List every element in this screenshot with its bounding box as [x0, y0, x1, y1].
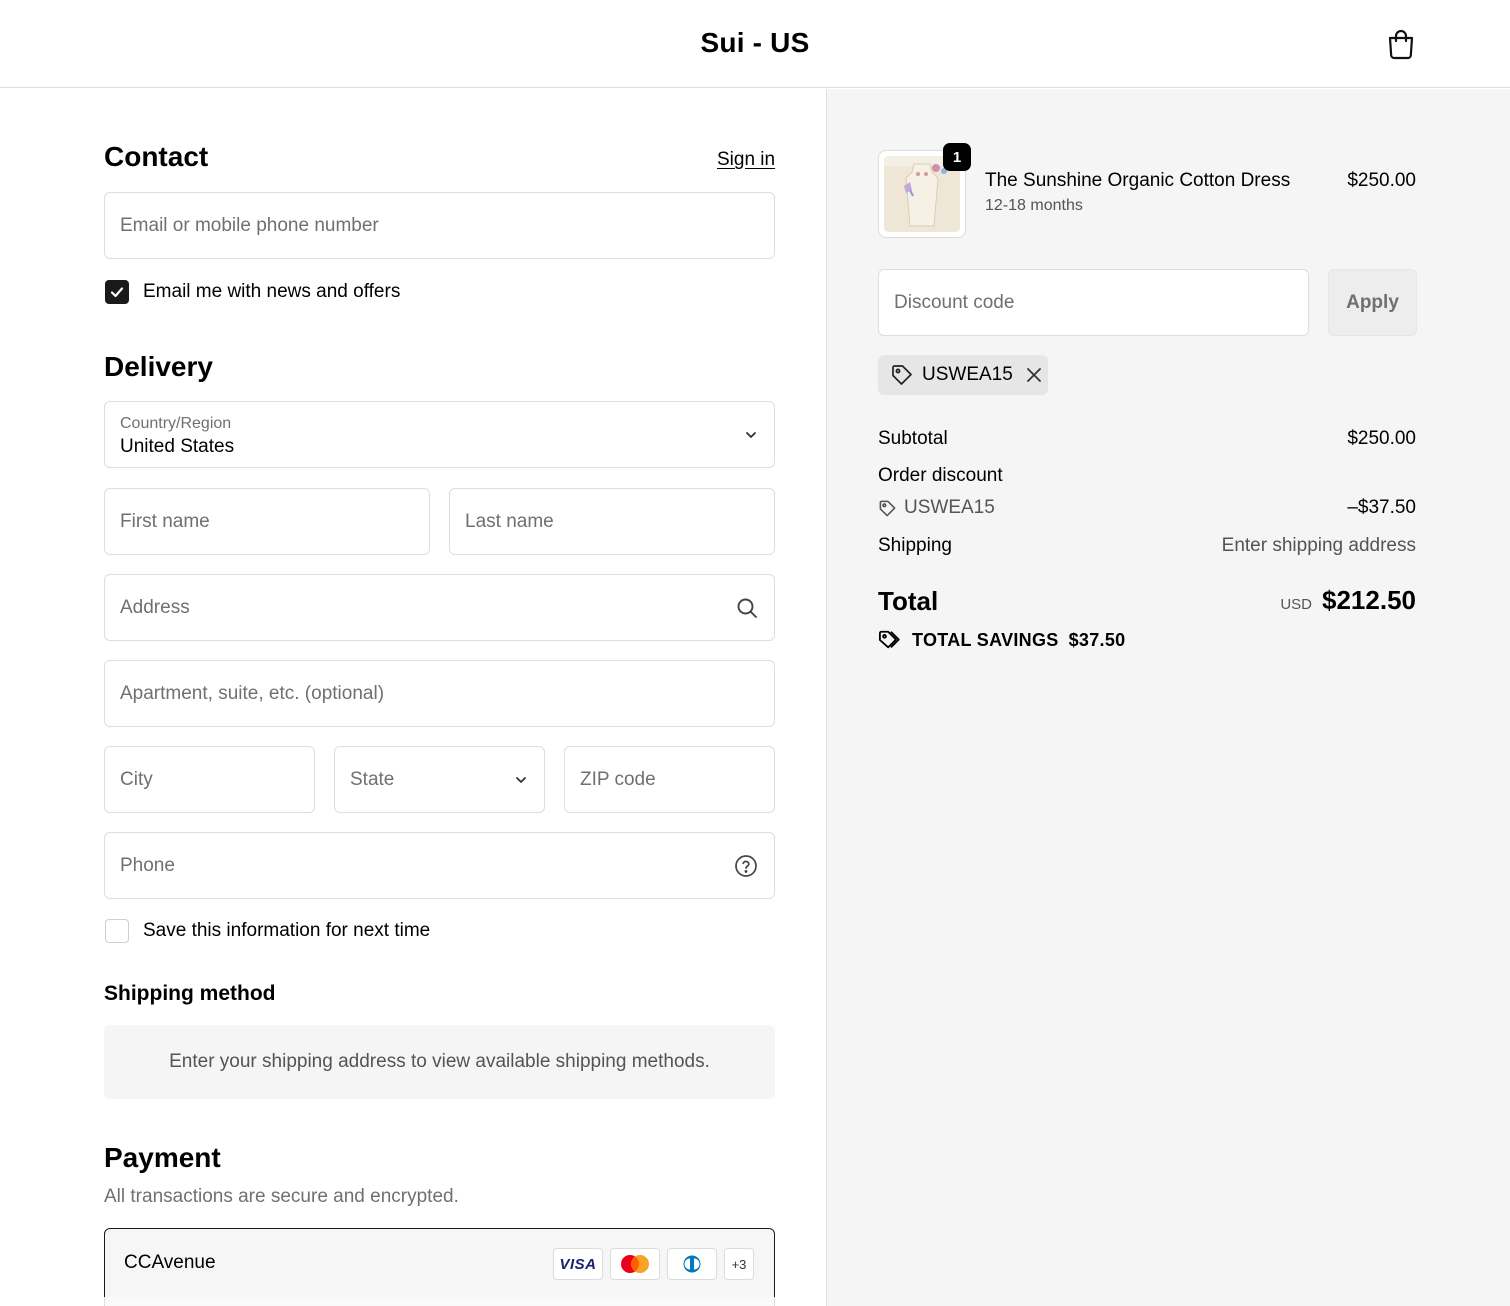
discount-code-input[interactable]	[879, 270, 1308, 335]
total-currency: USD	[1280, 596, 1313, 613]
tag-icon	[879, 500, 896, 516]
first-name-field[interactable]	[104, 488, 430, 555]
contact-heading: Contact	[104, 141, 209, 172]
payment-subtitle: All transactions are secure and encrypte…	[104, 1186, 459, 1207]
remove-discount-icon[interactable]	[1025, 366, 1043, 384]
payment-heading: Payment	[104, 1142, 221, 1173]
applied-code-label: USWEA15	[922, 364, 1013, 385]
total-label: Total	[878, 586, 939, 616]
total-amount: USD $212.50	[1280, 585, 1416, 616]
subtotal-label: Subtotal	[878, 428, 948, 449]
shipping-label: Shipping	[878, 535, 952, 556]
mastercard-icon	[610, 1248, 660, 1280]
country-label: Country/Region	[120, 415, 232, 432]
apartment-field[interactable]	[104, 660, 775, 727]
shipping-method-heading: Shipping method	[104, 982, 276, 1005]
subtotal-value: $250.00	[1347, 428, 1416, 449]
save-info-label: Save this information for next time	[143, 920, 431, 941]
shopping-bag-icon	[1388, 29, 1414, 60]
address-field[interactable]	[104, 574, 775, 641]
checkmark-icon	[110, 287, 124, 298]
first-name-input[interactable]	[105, 489, 429, 554]
city-input[interactable]	[105, 747, 314, 812]
shipping-method-notice: Enter your shipping address to view avai…	[104, 1025, 775, 1099]
cart-button[interactable]	[1384, 26, 1418, 62]
state-placeholder: State	[350, 768, 395, 790]
chevron-down-icon	[514, 773, 528, 787]
save-info-checkbox-row[interactable]: Save this information for next time	[105, 919, 430, 943]
state-select[interactable]: State	[334, 746, 545, 813]
more-cards-badge: +3	[724, 1248, 754, 1280]
apply-discount-button[interactable]: Apply	[1328, 269, 1417, 336]
chevron-down-icon	[744, 428, 758, 442]
payment-option-details	[104, 1297, 775, 1306]
total-value: $212.50	[1322, 585, 1416, 615]
discount-code-line: USWEA15	[878, 497, 995, 519]
checkout-form: Contact Sign in Email me with news and o…	[0, 89, 826, 1306]
product-price: $250.00	[1347, 170, 1416, 191]
tag-icon	[892, 365, 912, 385]
total-savings: TOTAL SAVINGS $37.50	[878, 629, 1125, 651]
help-icon[interactable]	[734, 854, 758, 878]
discount-code-text: USWEA15	[904, 497, 995, 518]
payment-provider-name: CCAvenue	[124, 1252, 216, 1273]
phone-field[interactable]	[104, 832, 775, 899]
news-checkbox-label: Email me with news and offers	[143, 281, 401, 302]
save-info-checkbox[interactable]	[105, 919, 129, 943]
payment-option-ccavenue[interactable]: CCAvenue VISA +3	[104, 1228, 775, 1298]
discount-value: –$37.50	[1347, 497, 1416, 518]
zip-field[interactable]	[564, 746, 775, 813]
product-title: The Sunshine Organic Cotton Dress	[985, 170, 1291, 191]
savings-label: TOTAL SAVINGS	[912, 629, 1059, 650]
applied-discount-chip: USWEA15	[878, 355, 1048, 395]
country-select[interactable]: Country/Region United States	[104, 401, 775, 468]
card-icons: VISA +3	[553, 1248, 754, 1280]
header: Sui - US	[0, 0, 1510, 88]
quantity-badge: 1	[943, 143, 971, 171]
store-name[interactable]: Sui - US	[0, 27, 1510, 59]
apartment-input[interactable]	[105, 661, 774, 726]
order-summary: 1 The Sunshine Organic Cotton Dress 12-1…	[826, 89, 1510, 1306]
product-variant: 12-18 months	[985, 197, 1083, 214]
city-field[interactable]	[104, 746, 315, 813]
sign-in-link[interactable]: Sign in	[717, 149, 775, 171]
discount-code-field[interactable]	[878, 269, 1309, 336]
visa-icon: VISA	[553, 1248, 603, 1280]
phone-input[interactable]	[105, 833, 774, 898]
country-value: United States	[120, 436, 235, 457]
zip-input[interactable]	[565, 747, 774, 812]
savings-value: $37.50	[1068, 629, 1126, 650]
last-name-input[interactable]	[450, 489, 774, 554]
news-checkbox[interactable]	[105, 280, 129, 304]
email-input[interactable]	[105, 193, 774, 258]
last-name-field[interactable]	[449, 488, 775, 555]
search-icon[interactable]	[736, 597, 758, 619]
order-discount-label: Order discount	[878, 465, 1003, 486]
address-input[interactable]	[105, 575, 774, 640]
delivery-heading: Delivery	[104, 351, 213, 382]
news-checkbox-row[interactable]: Email me with news and offers	[105, 280, 400, 304]
diners-club-icon	[667, 1248, 717, 1280]
email-field[interactable]	[104, 192, 775, 259]
shipping-value: Enter shipping address	[1221, 535, 1416, 556]
tags-icon	[879, 630, 900, 649]
